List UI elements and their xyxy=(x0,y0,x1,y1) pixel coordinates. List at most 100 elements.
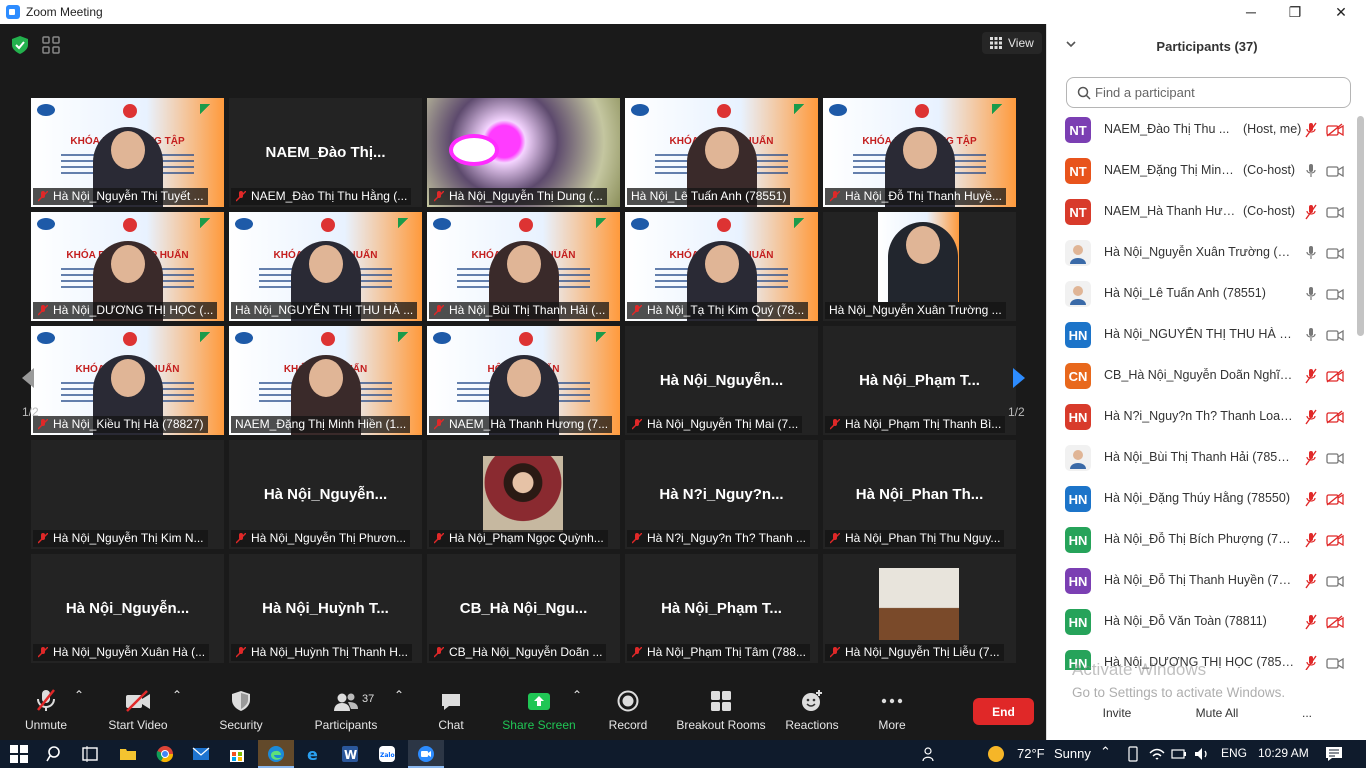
participant-row[interactable]: NT NAEM_Hà Thanh Hươ... (Co-host) xyxy=(1047,192,1357,233)
participant-row[interactable]: HN Hà Nội_Đỗ Thị Thanh Huyền (78... xyxy=(1047,561,1357,602)
people-icon[interactable] xyxy=(920,745,938,763)
mute-all-button[interactable]: Mute All xyxy=(1189,702,1245,724)
video-off-icon[interactable] xyxy=(1326,492,1344,506)
clock-time[interactable]: 10:29 AM xyxy=(1258,746,1309,760)
participant-list-scrollbar[interactable] xyxy=(1357,116,1364,336)
mic-icon[interactable] xyxy=(1305,327,1317,343)
video-off-icon[interactable] xyxy=(1326,369,1344,383)
video-tile[interactable]: Hà Nội_Nguyễn Xuân Trường ... xyxy=(823,212,1016,321)
mic-icon[interactable] xyxy=(1305,163,1317,179)
previous-page-arrow-icon[interactable] xyxy=(20,366,36,390)
start-video-button[interactable]: Start Video xyxy=(104,688,172,740)
video-off-icon[interactable] xyxy=(1326,533,1344,547)
more-button[interactable]: More xyxy=(870,688,914,740)
video-tile[interactable]: Hà Nội_Phạm T... Hà Nội_Phạm Thị Tâm (788… xyxy=(625,554,818,663)
close-button[interactable]: ✕ xyxy=(1318,0,1364,24)
minimize-button[interactable]: ─ xyxy=(1228,0,1274,24)
video-off-icon[interactable] xyxy=(1326,410,1344,424)
power-icon[interactable] xyxy=(1170,745,1188,763)
tray-overflow-chevron-icon[interactable]: ⌃ xyxy=(1100,744,1111,760)
chrome-icon[interactable] xyxy=(156,745,174,763)
participant-row[interactable]: HN Hà Nội_NGUYỄN THỊ THU HÀ (7... xyxy=(1047,315,1357,356)
panel-more-button[interactable]: ... xyxy=(1295,702,1319,724)
video-off-icon[interactable] xyxy=(1326,615,1344,629)
participant-search-input[interactable]: Find a participant xyxy=(1066,77,1351,108)
mic-icon[interactable] xyxy=(1305,245,1317,261)
video-icon[interactable] xyxy=(1326,451,1344,465)
zoom-taskbar-icon[interactable] xyxy=(417,745,435,763)
participant-row[interactable]: Hà Nội_Lê Tuấn Anh (78551) xyxy=(1047,274,1357,315)
muted-mic-icon[interactable] xyxy=(1305,409,1317,425)
video-tile[interactable]: Hà Nội_Phạm Ngọc Quỳnh... xyxy=(427,440,620,549)
video-tile[interactable]: Hà Nội_Nguyễn Thị Dung (... xyxy=(427,98,620,207)
video-icon[interactable] xyxy=(1326,328,1344,342)
video-tile[interactable]: KHÓA TẬP HUẤNNAEM_Đặng Thị Minh Hiền (1.… xyxy=(229,326,422,435)
view-button[interactable]: View xyxy=(982,32,1042,54)
wifi-icon[interactable] xyxy=(1148,745,1166,763)
muted-mic-icon[interactable] xyxy=(1305,491,1317,507)
reactions-button[interactable]: Reactions xyxy=(782,688,842,740)
unmute-button[interactable]: Unmute xyxy=(20,688,72,740)
internet-explorer-icon[interactable]: e xyxy=(304,745,322,763)
maximize-button[interactable]: ❐ xyxy=(1272,0,1318,24)
participant-row[interactable]: NT NAEM_Đặng Thị Minh... (Co-host) xyxy=(1047,151,1357,192)
share-options-caret[interactable]: ⌃ xyxy=(572,688,582,702)
file-explorer-icon[interactable] xyxy=(119,745,137,763)
chat-button[interactable]: Chat xyxy=(430,688,472,740)
audio-options-caret[interactable]: ⌃ xyxy=(74,688,84,702)
breakout-rooms-button[interactable]: Breakout Rooms xyxy=(674,688,768,740)
video-tile[interactable]: KHÓA BỒI TẬP HUẤNHà Nội_Lê Tuấn Anh (785… xyxy=(625,98,818,207)
video-tile[interactable]: Hà Nội_Phạm T... Hà Nội_Phạm Thị Thanh Bì… xyxy=(823,326,1016,435)
video-tile[interactable]: CB_Hà Nội_Ngu... CB_Hà Nội_Nguyễn Doãn ..… xyxy=(427,554,620,663)
volume-icon[interactable] xyxy=(1193,745,1211,763)
tray-app-icon[interactable] xyxy=(1124,745,1142,763)
video-tile[interactable]: KHÓA BỒI TẬP HUẤNHà Nội_Kiều Thị Hà (788… xyxy=(31,326,224,435)
zalo-icon[interactable]: Zalo xyxy=(378,745,396,763)
video-tile[interactable]: NAEM_Đào Thị... NAEM_Đào Thị Thu Hằng (..… xyxy=(229,98,422,207)
video-tile[interactable]: Hà Nội_Nguyễn Thị Kim N... xyxy=(31,440,224,549)
mail-icon[interactable] xyxy=(192,745,210,763)
participant-row[interactable]: Hà Nội_Bùi Thị Thanh Hải (78543) xyxy=(1047,438,1357,479)
muted-mic-icon[interactable] xyxy=(1305,573,1317,589)
video-tile[interactable]: Hà Nội_Nguyễn... Hà Nội_Nguyễn Thị Mai (7… xyxy=(625,326,818,435)
video-tile[interactable]: KHÓA BỒI TẬP HUẤNHà Nội_NGUYỄN THỊ THU H… xyxy=(229,212,422,321)
video-tile[interactable]: HỘI TẬP HUẤNNAEM_Hà Thanh Hương (7... xyxy=(427,326,620,435)
video-off-icon[interactable] xyxy=(1326,123,1344,137)
collapse-chevron-down-icon[interactable] xyxy=(1065,38,1077,50)
edge-browser-icon[interactable] xyxy=(267,745,285,763)
record-button[interactable]: Record xyxy=(604,688,652,740)
participant-row[interactable]: NT NAEM_Đào Thị Thu ... (Host, me) xyxy=(1047,110,1357,151)
video-icon[interactable] xyxy=(1326,656,1344,670)
participant-row[interactable]: Hà Nội_Nguyễn Xuân Trường (7... xyxy=(1047,233,1357,274)
video-tile[interactable]: Hà Nội_Huỳnh T... Hà Nội_Huỳnh Thị Thanh … xyxy=(229,554,422,663)
video-tile[interactable]: KHÓA BỒI DƯỠNG TẬP HUẤNHà Nội_Nguyễn Thị… xyxy=(31,98,224,207)
video-tile[interactable]: KHÓA BỒI DƯỠNG TẬP HUẤNHà Nội_Đỗ Thị Tha… xyxy=(823,98,1016,207)
mic-icon[interactable] xyxy=(1305,286,1317,302)
video-icon[interactable] xyxy=(1326,205,1344,219)
invite-button[interactable]: Invite xyxy=(1097,702,1137,724)
muted-mic-icon[interactable] xyxy=(1305,368,1317,384)
notifications-icon[interactable] xyxy=(1325,745,1343,763)
muted-mic-icon[interactable] xyxy=(1305,450,1317,466)
video-icon[interactable] xyxy=(1326,287,1344,301)
task-view-icon[interactable] xyxy=(81,745,99,763)
video-icon[interactable] xyxy=(1326,246,1344,260)
participant-row[interactable]: HN Hà Nội_Đỗ Văn Toàn (78811) xyxy=(1047,602,1357,643)
video-tile[interactable]: Hà N?i_Nguy?n... Hà N?i_Nguy?n Th? Thanh … xyxy=(625,440,818,549)
share-screen-button[interactable]: Share Screen xyxy=(500,688,578,740)
participant-row[interactable]: CN CB_Hà Nội_Nguyễn Doãn Nghĩa... xyxy=(1047,356,1357,397)
video-icon[interactable] xyxy=(1326,164,1344,178)
word-icon[interactable]: W xyxy=(341,745,359,763)
participants-options-caret[interactable]: ⌃ xyxy=(394,688,404,702)
windows-start-icon[interactable] xyxy=(10,745,28,763)
taskbar-search-icon[interactable] xyxy=(46,745,64,763)
video-options-caret[interactable]: ⌃ xyxy=(172,688,182,702)
muted-mic-icon[interactable] xyxy=(1305,655,1317,670)
video-tile[interactable]: Hà Nội_Nguyễn... Hà Nội_Nguyễn Thị Phươn.… xyxy=(229,440,422,549)
video-tile[interactable]: Hà Nội_Phan Th... Hà Nội_Phan Thị Thu Ngu… xyxy=(823,440,1016,549)
video-tile[interactable]: KHÓA BỒI TẬP HUẤNHà Nội_Tạ Thị Kim Quý (… xyxy=(625,212,818,321)
meeting-info-grid-icon[interactable] xyxy=(42,36,60,54)
participant-row[interactable]: HN Hà Nội_Đặng Thúy Hằng (78550) xyxy=(1047,479,1357,520)
next-page-arrow-icon[interactable] xyxy=(1011,366,1027,390)
input-language[interactable]: ENG xyxy=(1221,746,1247,760)
